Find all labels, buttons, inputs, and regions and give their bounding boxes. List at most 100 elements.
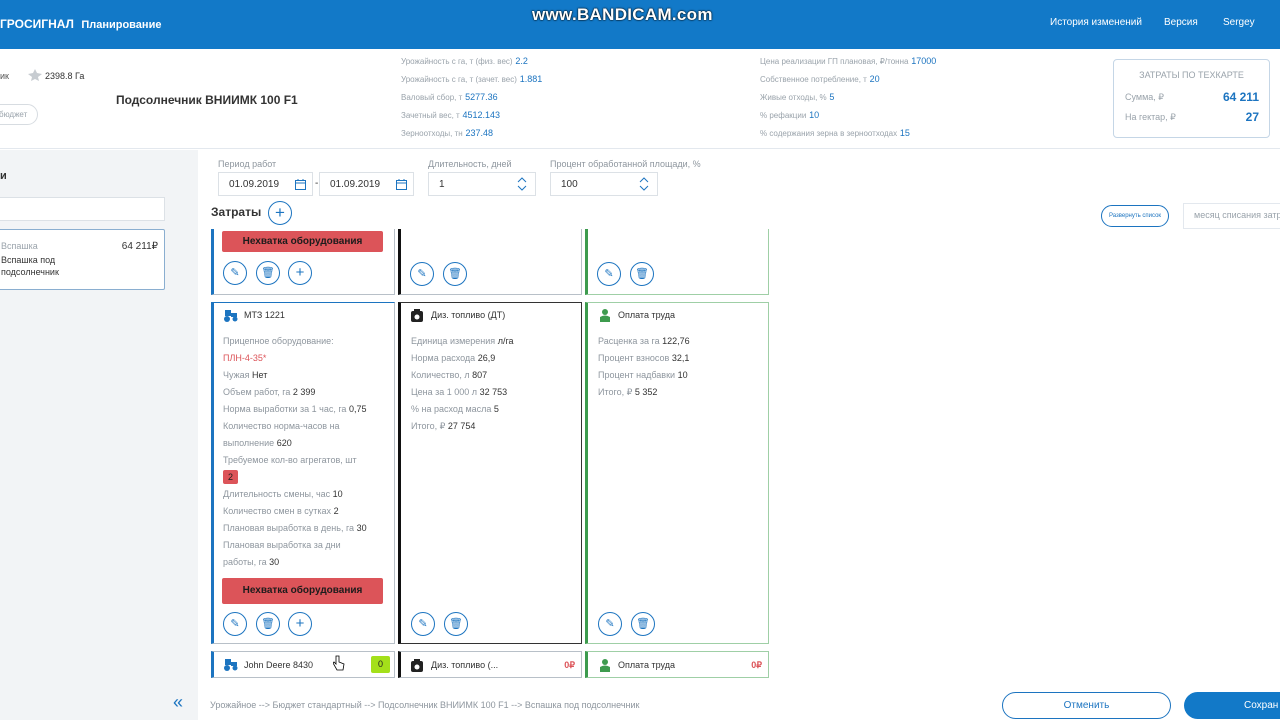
section-name: Планирование: [81, 19, 162, 31]
percent-input[interactable]: 100: [550, 172, 658, 196]
equipment-title: John Deere 8430: [244, 660, 314, 670]
detail-label: работы, га: [223, 557, 267, 567]
add-cost-button[interactable]: +: [268, 201, 292, 225]
nav-user-link[interactable]: Sergey: [1223, 17, 1255, 28]
trailer-value[interactable]: ПЛН-4-35*: [223, 350, 393, 367]
detail-row: Итого, ₽ 27 754: [411, 418, 581, 435]
detail-row: выполнение 620: [223, 435, 393, 452]
delete-icon[interactable]: 🗑: [444, 612, 468, 636]
fuel-title: Диз. топливо (...: [431, 660, 499, 670]
detail-label: Итого, ₽: [411, 421, 446, 431]
detail-label: Единица измерения: [411, 336, 496, 346]
sidebar-item-vspashka[interactable]: Вспашка Вспашка под подсолнечник 64 211₽: [0, 229, 165, 290]
stat-value: 10: [809, 110, 820, 120]
percent-value: 100: [561, 179, 578, 190]
labor-title: Оплата труда: [618, 310, 675, 320]
duration-label: Длительность, дней: [428, 159, 512, 169]
stat-value: 5277.36: [465, 92, 498, 102]
detail-label: Плановая выработка за дни: [223, 540, 341, 550]
budget-pill[interactable]: бюджет: [0, 104, 38, 125]
detail-label: Цена за 1 000 л: [411, 387, 478, 397]
collapse-sidebar-icon[interactable]: «: [173, 692, 183, 713]
shortage-button[interactable]: Нехватка оборудования: [222, 231, 383, 252]
stat-value: 17000: [911, 56, 937, 66]
month-writeoff-input[interactable]: месяц списания затр: [1183, 203, 1280, 229]
sidebar-item-title: Вспашка: [1, 241, 38, 251]
detail-value: 807: [472, 370, 488, 380]
date-from-input[interactable]: 01.09.2019: [218, 172, 313, 196]
detail-row: % на расход масла 5: [411, 401, 581, 418]
add-icon[interactable]: +: [288, 261, 312, 285]
detail-label: Количество норма-часов на: [223, 421, 340, 431]
brand-logo[interactable]: ГРОСИГНАЛ Планирование: [0, 17, 161, 31]
calendar-icon[interactable]: [396, 179, 407, 193]
detail-value: л/га: [497, 336, 514, 346]
fuel-icon: [411, 659, 423, 675]
nav-history-link[interactable]: История изменений: [1050, 17, 1142, 28]
detail-row: Единица измерения л/га: [411, 333, 581, 350]
detail-row: Норма выработки за 1 час, га 0,75: [223, 401, 393, 418]
delete-icon[interactable]: 🗑: [630, 262, 654, 286]
area-icon: [28, 69, 42, 84]
stat-value: 1.881: [519, 74, 543, 84]
duration-value: 1: [439, 179, 445, 190]
labor-card-collapsed[interactable]: Оплата труда 0₽: [585, 651, 769, 678]
detail-label: Количество смен в сутках: [223, 506, 332, 516]
detail-row: Цена за 1 000 л 32 753: [411, 384, 581, 401]
detail-row: Длительность смены, час 10: [223, 486, 393, 503]
stat-label: Урожайность с га, т (физ. вес): [401, 57, 513, 66]
detail-value: 10: [332, 489, 343, 499]
detail-value: 27 754: [447, 421, 476, 431]
add-icon[interactable]: +: [288, 612, 312, 636]
detail-row: Итого, ₽ 5 352: [598, 384, 768, 401]
equipment-details: Прицепное оборудование: ПЛН-4-35* Чужая …: [223, 333, 393, 571]
detail-label: выполнение: [223, 438, 275, 448]
save-button[interactable]: Сохран: [1184, 692, 1280, 719]
duration-input[interactable]: 1: [428, 172, 536, 196]
labor-amount: 0₽: [751, 660, 762, 670]
date-to-input[interactable]: 01.09.2019: [319, 172, 414, 196]
stepper-icon[interactable]: [639, 177, 649, 194]
detail-row: Расценка за га 122,76: [598, 333, 768, 350]
sidebar-item-subtitle: Вспашка под: [1, 255, 56, 265]
labor-card-top: ✎ 🗑: [585, 229, 769, 295]
labor-card: Оплата труда Расценка за га 122,76 Проце…: [585, 302, 769, 644]
nav-version-link[interactable]: Версия: [1164, 17, 1198, 28]
equipment-card-collapsed[interactable]: John Deere 8430 0: [211, 651, 395, 678]
summary-card: ЗАТРАТЫ ПО ТЕХКАРТЕ Сумма, ₽ 64 211 На г…: [1113, 59, 1270, 138]
delete-icon[interactable]: 🗑: [631, 612, 655, 636]
detail-value: 32,1: [671, 353, 690, 363]
detail-value: 10: [677, 370, 688, 380]
fuel-card-collapsed[interactable]: Диз. топливо (... 0₽: [398, 651, 582, 678]
worker-icon: [600, 659, 610, 675]
detail-row: Норма расхода 26,9: [411, 350, 581, 367]
edit-icon[interactable]: ✎: [411, 612, 435, 636]
cancel-button[interactable]: Отменить: [1002, 692, 1171, 719]
labor-title: Оплата труда: [618, 660, 675, 670]
shortage-button[interactable]: Нехватка оборудования: [222, 578, 383, 604]
edit-icon[interactable]: ✎: [223, 612, 247, 636]
expand-list-button[interactable]: Развернуть список: [1101, 205, 1169, 227]
detail-row: Процент надбавки 10: [598, 367, 768, 384]
delete-icon[interactable]: 🗑: [443, 262, 467, 286]
stepper-icon[interactable]: [517, 177, 527, 194]
sidebar-search-input[interactable]: [0, 197, 165, 221]
stat-row: % рефакции 10: [760, 110, 936, 128]
stat-row: % содержания зерна в зерноотходах 15: [760, 128, 936, 146]
stat-row: Урожайность с га, т (зачет. вес) 1.881: [401, 74, 542, 92]
delete-icon[interactable]: 🗑: [256, 612, 280, 636]
detail-row: Объем работ, га 2 399: [223, 384, 393, 401]
stat-label: % содержания зерна в зерноотходах: [760, 129, 898, 138]
detail-row: Прицепное оборудование:: [223, 336, 334, 346]
detail-row: Количество норма-часов на: [223, 418, 393, 435]
price-stats: Цена реализации ГП плановая, ₽/тонна 170…: [760, 56, 936, 146]
stat-label: % рефакции: [760, 111, 807, 120]
edit-icon[interactable]: ✎: [598, 612, 622, 636]
crop-title: Подсолнечник ВНИИМК 100 F1: [116, 93, 298, 107]
edit-icon[interactable]: ✎: [597, 262, 621, 286]
edit-icon[interactable]: ✎: [223, 261, 247, 285]
edit-icon[interactable]: ✎: [410, 262, 434, 286]
delete-icon[interactable]: 🗑: [256, 261, 280, 285]
detail-label: Расценка за га: [598, 336, 660, 346]
calendar-icon[interactable]: [295, 179, 306, 193]
